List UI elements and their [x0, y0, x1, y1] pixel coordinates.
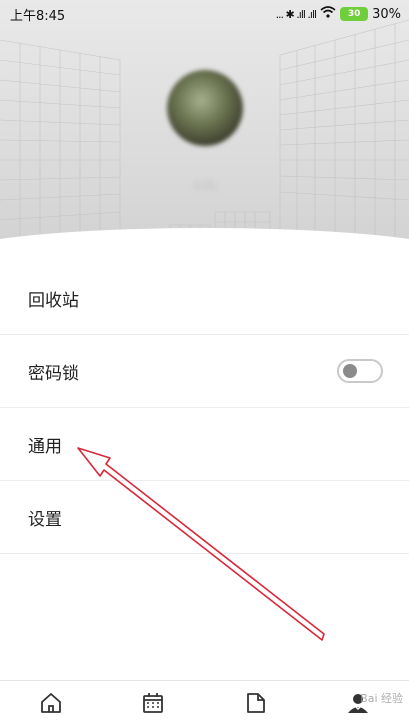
bottom-nav	[0, 680, 409, 728]
home-icon	[39, 691, 63, 719]
menu-item-general[interactable]: 通用	[0, 408, 409, 481]
signal-icon: ... ✱ .ıll .ıll	[275, 7, 318, 21]
nav-home-button[interactable]	[31, 685, 71, 725]
menu-item-label: 回收站	[28, 290, 79, 311]
watermark: Bai 经验	[360, 692, 403, 705]
menu-item-label: 密码锁	[28, 363, 79, 384]
menu-item-label: 设置	[28, 509, 62, 530]
menu-item-recycle-bin[interactable]: 回收站	[0, 262, 409, 335]
folder-icon	[244, 691, 268, 719]
username: sdk	[192, 178, 218, 194]
status-time: 上午8:45	[10, 8, 66, 24]
battery-percent: 30%	[372, 6, 401, 22]
menu-item-label: 通用	[28, 436, 62, 457]
nav-calendar-button[interactable]	[133, 685, 173, 725]
password-lock-toggle[interactable]	[337, 359, 383, 383]
nav-folder-button[interactable]	[236, 685, 276, 725]
status-icons: ... ✱ .ıll .ıll 30 30%	[276, 6, 401, 22]
profile-header: sdk	[0, 0, 409, 250]
wifi-icon	[320, 6, 336, 22]
calendar-icon	[141, 691, 165, 719]
status-bar: 上午8:45 ... ✱ .ıll .ıll 30 30%	[0, 0, 409, 28]
avatar[interactable]	[167, 70, 243, 146]
menu-item-password-lock[interactable]: 密码锁	[0, 335, 409, 408]
menu-item-settings[interactable]: 设置	[0, 481, 409, 554]
settings-menu: 回收站 密码锁 通用 设置	[0, 262, 409, 554]
battery-icon: 30	[340, 7, 369, 21]
toggle-knob	[343, 364, 357, 378]
